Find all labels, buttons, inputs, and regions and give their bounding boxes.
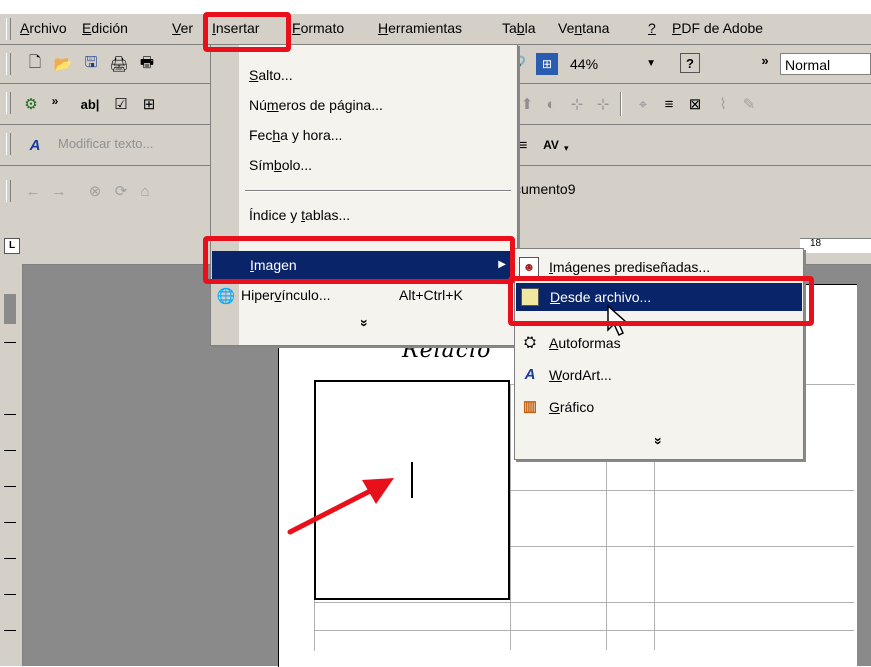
refresh-icon[interactable]: ⟳ [110,180,132,202]
menu-formato[interactable]: Formato [292,17,344,39]
menu-item-wordart[interactable]: WordArt... [515,361,803,389]
highlight-imagen [203,236,515,284]
menu-item-fecha-hora[interactable]: Fecha y hora... [211,121,517,149]
menu-item-grafico[interactable]: Gráfico [515,393,803,421]
forward-arrow-icon[interactable]: → [48,180,70,202]
menu-item-indice-tablas[interactable]: Índice y tablas... [211,201,517,229]
menu-bar-grip[interactable] [6,18,11,40]
menu-edicion[interactable]: Edición [82,17,128,39]
menu-item-simbolo[interactable]: Símbolo... [211,151,517,179]
paint-bucket-icon[interactable]: ⌇ [712,93,734,115]
ruler-tick [4,630,16,631]
ruler-tick [4,414,16,415]
new-document-icon[interactable]: 🗋 [24,53,46,75]
table-col-line [510,384,511,650]
menu-expand-chevron-icon[interactable]: » [645,431,673,451]
menu-bar: Archivo Edición Ver Insertar Formato Her… [0,14,871,45]
menu-ventana[interactable]: Ventana [558,17,609,39]
shortcut-label: Alt+Ctrl+K [399,287,463,303]
menu-expand-chevron-icon[interactable]: » [351,313,379,333]
document-map-icon[interactable]: ⊞ [536,53,558,75]
toolbar-grip[interactable] [6,133,11,155]
ungroup-icon[interactable]: ⊹ [592,93,614,115]
ruler-tick [4,450,16,451]
insert-menu: Salto... Números de página... Fecha y ho… [210,44,518,346]
toolbar-options-icon[interactable]: » [44,90,66,112]
toolbar-grip[interactable] [6,180,11,202]
print-icon[interactable]: 🖶 [136,53,158,75]
zoom-value: 44% [570,56,599,72]
ruler-tick [4,342,16,343]
chevron-down-icon[interactable]: ▾ [564,143,569,154]
permission-icon[interactable]: 🖨 [108,53,130,75]
save-icon[interactable]: 🖫 [80,53,102,75]
wordart-icon[interactable]: A [24,134,46,156]
menu-item-salto[interactable]: Salto... [211,61,517,89]
menu-tabla[interactable]: Tabla [502,17,536,39]
stop-icon[interactable]: ⊗ [84,180,106,202]
menu-archivo[interactable]: Archivo [20,17,67,39]
line-style-icon[interactable]: ≡ [658,93,680,115]
modify-text-button[interactable]: Modificar texto... [58,136,153,151]
home-icon[interactable]: ⌂ [134,180,156,202]
table-row-line [314,630,854,631]
back-arrow-icon[interactable]: ← [22,180,44,202]
checkbox-icon[interactable]: ☑ [110,93,132,115]
text-box-icon[interactable]: ⊠ [684,93,706,115]
menu-separator [245,190,511,192]
zoom-combo[interactable]: 44% ▼ [566,53,660,75]
open-folder-icon[interactable]: 📂 [52,53,74,75]
highlight-desde-archivo [508,276,814,326]
ruler-tick [4,522,16,523]
table-row-line [314,602,854,603]
toolbar-options-icon[interactable]: » [754,49,776,71]
dropdown-field-icon[interactable]: ⊞ [138,93,160,115]
controls-icon[interactable]: ⚙ [20,93,42,115]
style-combo[interactable]: Normal [780,53,871,75]
menu-item-autoformas[interactable]: Autoformas [515,329,803,357]
text-cursor [411,462,413,498]
menu-item-numeros-pagina[interactable]: Números de página... [211,91,517,119]
ruler-number: 18 [810,238,822,249]
ruler-tick [4,594,16,595]
order-front-icon[interactable]: ⬆ [516,93,538,115]
character-spacing-icon[interactable]: AV [540,134,562,156]
address-value: cumento9 [514,181,576,197]
pencil-icon[interactable]: ✎ [738,93,760,115]
menu-pdf-adobe[interactable]: PDF de Adobe [672,17,763,39]
text-field-icon[interactable]: ab| [70,93,110,115]
toolbar-grip[interactable] [6,53,11,75]
address-field[interactable]: cumento9 [510,178,871,200]
vertical-ruler[interactable] [0,264,23,666]
menu-herramientas[interactable]: Herramientas [378,17,462,39]
highlight-insertar [203,12,291,52]
ruler-tick [4,558,16,559]
group-icon[interactable]: ⊹ [566,93,588,115]
tab-selector-icon[interactable]: L [4,238,20,254]
toolbar-grip[interactable] [6,92,11,114]
toolbar-separator [620,92,622,116]
help-icon[interactable]: ? [680,53,700,73]
ruler-tick [4,486,16,487]
menu-item-hipervinculo[interactable]: Hipervínculo... Alt+Ctrl+K [211,281,517,309]
order-back-icon[interactable]: ◐ [540,93,562,115]
style-value: Normal [785,57,831,73]
chevron-down-icon[interactable]: ▼ [646,53,656,75]
annotation-arrow [287,478,394,535]
menu-ayuda[interactable]: ? [648,17,656,39]
menu-ver[interactable]: Ver [172,17,193,39]
ruler-margin-band [4,294,16,324]
crosshair-icon[interactable]: ⌖ [632,93,654,115]
